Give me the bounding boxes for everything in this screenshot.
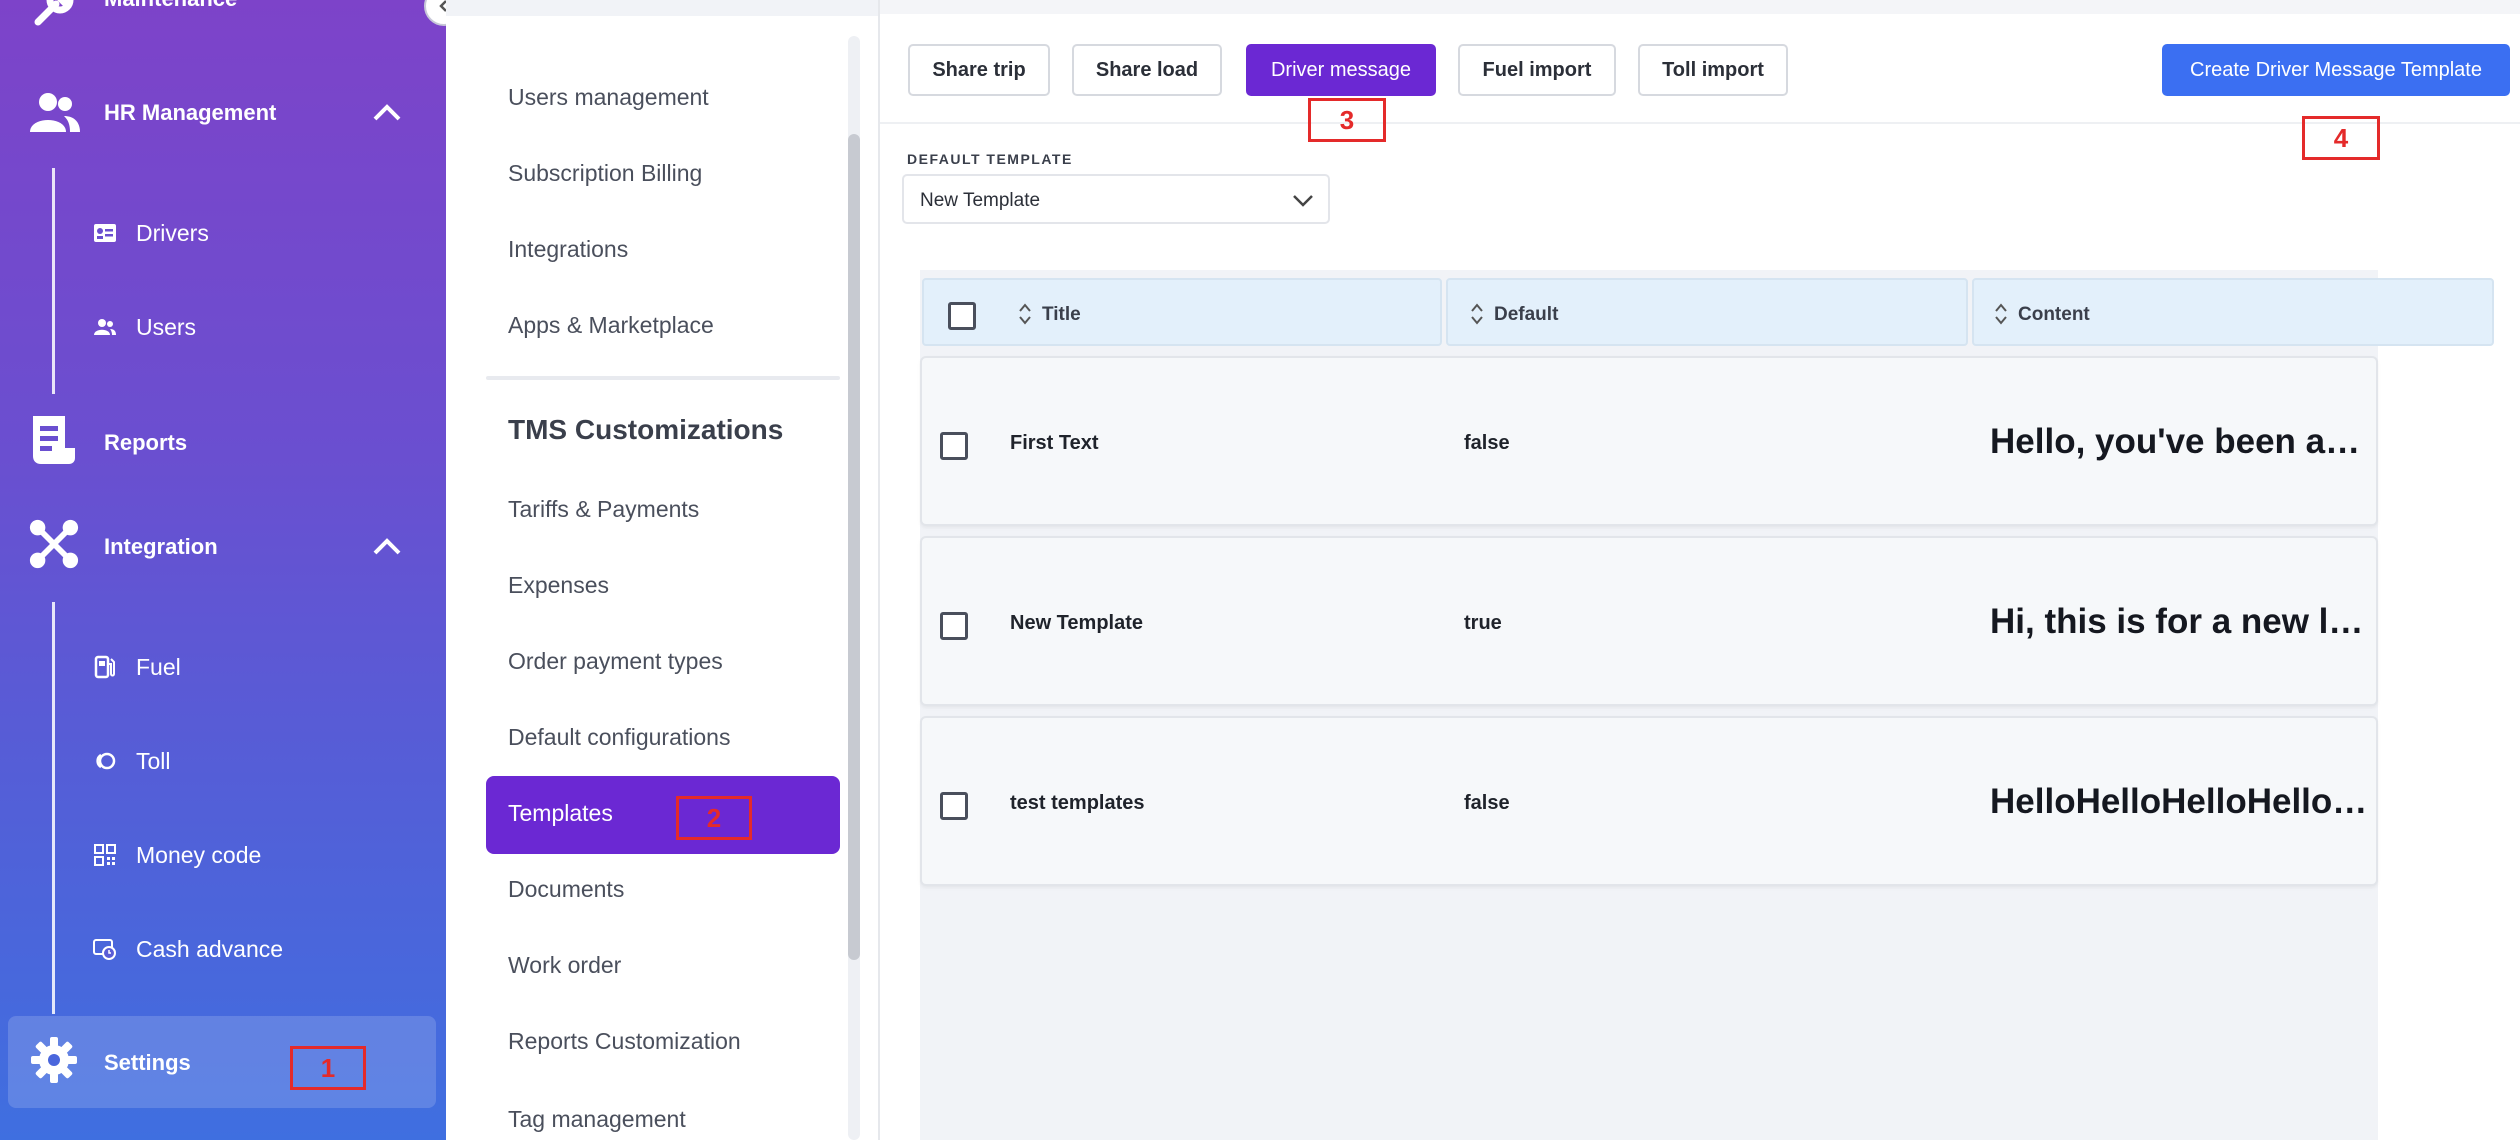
wrench-icon bbox=[28, 0, 80, 32]
table-row[interactable]: test templates false HelloHelloHelloHell… bbox=[920, 716, 2378, 886]
table-row[interactable]: New Template true Hi, this is for a new … bbox=[920, 536, 2378, 706]
menu-heading: TMS Customizations bbox=[508, 414, 784, 445]
toolbar-divider bbox=[880, 122, 2520, 124]
sidebar-item-label: Settings bbox=[104, 1050, 191, 1075]
column-header-title[interactable]: Title bbox=[922, 278, 1442, 346]
chevron-down-icon bbox=[1290, 188, 1316, 214]
cell-title: test templates bbox=[1010, 792, 1145, 814]
default-template-select[interactable]: New Template bbox=[902, 174, 1330, 224]
sidebar-subitem-label: Drivers bbox=[136, 220, 209, 246]
row-checkbox[interactable] bbox=[940, 612, 968, 640]
cell-default: true bbox=[1464, 612, 1502, 634]
menu-item-tag-management[interactable]: Tag management bbox=[508, 1106, 686, 1133]
sidebar-subitem-label: Money code bbox=[136, 842, 262, 868]
table-row[interactable]: First Text false Hello, you've been assi… bbox=[920, 356, 2378, 526]
cell-default: false bbox=[1464, 792, 1510, 814]
step-marker-1: 1 bbox=[290, 1046, 366, 1090]
menu-item-users-management[interactable]: Users management bbox=[508, 84, 709, 111]
cell-default: false bbox=[1464, 432, 1510, 454]
menu-top-strip bbox=[446, 0, 880, 16]
tab-toll-import[interactable]: Toll import bbox=[1638, 44, 1788, 96]
integration-icon bbox=[28, 518, 80, 570]
menu-separator bbox=[486, 376, 840, 380]
menu-item-integrations[interactable]: Integrations bbox=[508, 236, 628, 263]
menu-item-documents[interactable]: Documents bbox=[508, 876, 624, 903]
menu-item-default-configurations[interactable]: Default configurations bbox=[508, 724, 730, 751]
sidebar-subitem-label: Cash advance bbox=[136, 936, 284, 962]
menu-item-subscription-billing[interactable]: Subscription Billing bbox=[508, 160, 702, 187]
row-checkbox[interactable] bbox=[940, 432, 968, 460]
sort-icon[interactable] bbox=[1994, 302, 2008, 326]
tab-share-load[interactable]: Share load bbox=[1072, 44, 1222, 96]
select-all-checkbox[interactable] bbox=[948, 302, 976, 330]
templates-table: Title Default Content First Text false H… bbox=[920, 270, 2494, 1140]
menu-item-reports-customization[interactable]: Reports Customization bbox=[508, 1028, 741, 1055]
menu-item-order-payment-types[interactable]: Order payment types bbox=[508, 648, 723, 675]
sidebar-item-label: HR Management bbox=[104, 100, 277, 125]
sidebar: Maintenance HR Management Drivers Users bbox=[0, 0, 464, 1140]
sort-icon[interactable] bbox=[1018, 302, 1032, 326]
sidebar-item-label: Integration bbox=[104, 534, 218, 559]
sidebar-subitem-money-code[interactable]: Money code bbox=[0, 840, 446, 870]
chevron-up-icon[interactable] bbox=[370, 95, 404, 129]
id-card-icon bbox=[92, 220, 118, 246]
cell-title: First Text bbox=[1010, 432, 1099, 454]
users-group-icon bbox=[28, 86, 80, 138]
sidebar-item-hr-management[interactable]: HR Management bbox=[0, 86, 446, 138]
sidebar-subitem-cash-advance[interactable]: Cash advance bbox=[0, 934, 446, 964]
column-header-label: Title bbox=[1042, 304, 1081, 325]
cell-content: Hello, you've been assigned a new load bbox=[1990, 422, 2374, 461]
submenu-line bbox=[52, 168, 55, 394]
users-icon bbox=[92, 314, 118, 340]
qr-code-icon bbox=[92, 842, 118, 868]
column-header-label: Content bbox=[2018, 304, 2090, 325]
cell-title: New Template bbox=[1010, 612, 1143, 634]
default-template-value: New Template bbox=[920, 190, 1041, 211]
step-marker-2: 2 bbox=[676, 796, 752, 840]
cash-advance-icon bbox=[92, 936, 118, 962]
sidebar-subitem-label: Users bbox=[136, 314, 197, 340]
gear-icon bbox=[28, 1034, 80, 1086]
column-header-content[interactable]: Content bbox=[1972, 278, 2494, 346]
row-checkbox[interactable] bbox=[940, 792, 968, 820]
cell-content: HelloHelloHelloHelloHelloHello bbox=[1990, 782, 2374, 821]
report-icon bbox=[28, 414, 80, 466]
chevron-up-icon[interactable] bbox=[370, 529, 404, 563]
menu-item-templates-label: Templates bbox=[508, 800, 613, 826]
cell-content: Hi, this is for a new load, please confi… bbox=[1990, 602, 2374, 641]
column-header-label: Default bbox=[1494, 304, 1559, 325]
sidebar-subitem-toll[interactable]: Toll bbox=[0, 746, 446, 776]
create-driver-message-template-button[interactable]: Create Driver Message Template bbox=[2162, 44, 2510, 96]
sidebar-item-maintenance[interactable]: Maintenance bbox=[0, 0, 446, 26]
column-header-default[interactable]: Default bbox=[1446, 278, 1968, 346]
sidebar-item-label: Maintenance bbox=[104, 0, 237, 12]
sidebar-subitem-fuel[interactable]: Fuel bbox=[0, 652, 446, 682]
sidebar-subitem-drivers[interactable]: Drivers bbox=[0, 218, 446, 248]
sidebar-item-reports[interactable]: Reports bbox=[0, 414, 446, 470]
default-template-label: DEFAULT TEMPLATE bbox=[907, 151, 1073, 167]
sidebar-subitem-label: Fuel bbox=[136, 654, 181, 680]
sidebar-item-label: Reports bbox=[104, 430, 188, 455]
sidebar-item-settings[interactable]: Settings bbox=[0, 1034, 446, 1090]
main-top-strip bbox=[880, 0, 2520, 14]
sort-icon[interactable] bbox=[1470, 302, 1484, 326]
menu-item-expenses[interactable]: Expenses bbox=[508, 572, 609, 599]
sidebar-subitem-users[interactable]: Users bbox=[0, 312, 446, 342]
sidebar-subitem-label: Toll bbox=[136, 748, 171, 774]
menu-item-apps-marketplace[interactable]: Apps & Marketplace bbox=[508, 312, 714, 339]
sidebar-item-integration[interactable]: Integration bbox=[0, 518, 446, 574]
tab-driver-message[interactable]: Driver message bbox=[1246, 44, 1436, 96]
toll-icon bbox=[92, 748, 118, 774]
settings-menu: Users management Subscription Billing In… bbox=[446, 0, 880, 1140]
tab-fuel-import[interactable]: Fuel import bbox=[1458, 44, 1616, 96]
menu-item-tariffs-payments[interactable]: Tariffs & Payments bbox=[508, 496, 699, 523]
main-content: Share trip Share load Driver message Fue… bbox=[880, 0, 2520, 1140]
menu-item-work-order[interactable]: Work order bbox=[508, 952, 621, 979]
step-marker-4: 4 bbox=[2302, 116, 2380, 160]
tab-share-trip[interactable]: Share trip bbox=[908, 44, 1050, 96]
fuel-pump-icon bbox=[92, 654, 118, 680]
step-marker-3: 3 bbox=[1308, 98, 1386, 142]
menu-scrollbar-thumb[interactable] bbox=[848, 134, 860, 960]
